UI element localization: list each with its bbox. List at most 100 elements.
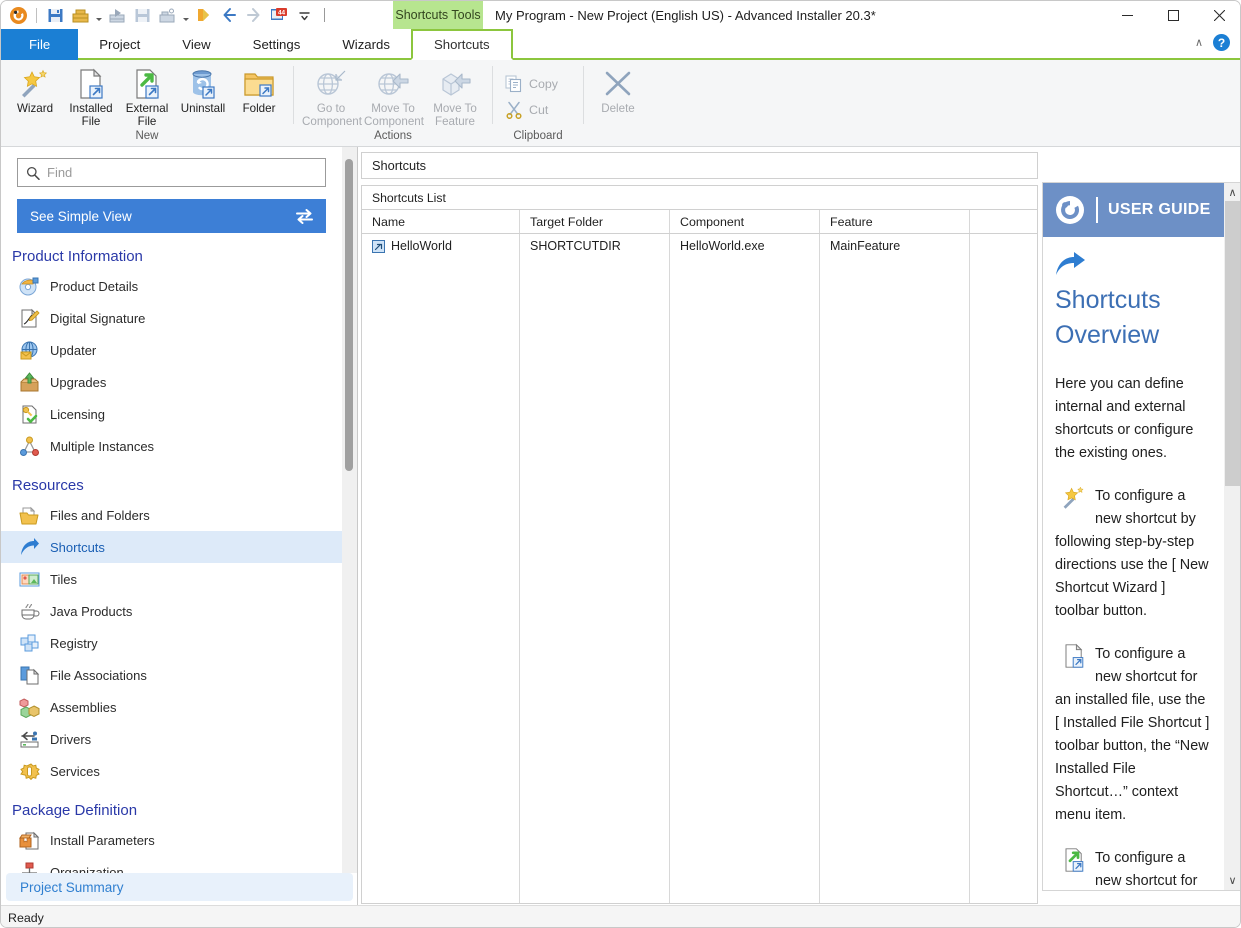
ribbon-group-new: Wizard Installed File External File Unin… xyxy=(1,60,293,147)
collapse-ribbon-button[interactable]: ∧ xyxy=(1195,36,1203,49)
tab-view[interactable]: View xyxy=(161,29,231,60)
sidebar-item-services[interactable]: Services xyxy=(1,755,342,787)
sidebar-item-tiles[interactable]: Tiles xyxy=(1,563,342,595)
scroll-down-button[interactable]: ∨ xyxy=(1224,871,1240,889)
project-summary-label: Project Summary xyxy=(20,879,124,895)
build-install-icon[interactable] xyxy=(156,4,178,26)
sidebar-item-java-products[interactable]: Java Products xyxy=(1,595,342,627)
new-external-file-shortcut-button[interactable]: External File xyxy=(119,63,175,128)
sidebar-item-install-parameters[interactable]: Install Parameters xyxy=(1,824,342,856)
sidebar-section-resources: Resources xyxy=(12,477,84,494)
save-as-icon[interactable] xyxy=(131,4,153,26)
scroll-up-button[interactable]: ∧ xyxy=(1224,183,1240,201)
project-summary-button[interactable]: Project Summary xyxy=(6,873,353,901)
build-icon[interactable] xyxy=(69,4,91,26)
build-run-icon[interactable] xyxy=(106,4,128,26)
contextual-tab-group-label: Shortcuts Tools xyxy=(393,1,483,29)
sidebar-item-registry[interactable]: Registry xyxy=(1,627,342,659)
sidebar-item-label: Java Products xyxy=(50,603,133,619)
digital-signature-icon xyxy=(18,307,40,329)
page-title: Shortcuts xyxy=(361,152,1038,179)
sidebar-item-label: Updater xyxy=(50,342,97,358)
sidebar-item-assemblies[interactable]: Assemblies xyxy=(1,691,342,723)
table-row[interactable]: HelloWorld SHORTCUTDIR HelloWorld.exe Ma… xyxy=(362,234,1037,258)
sidebar-item-label: Licensing xyxy=(50,406,105,422)
sidebar-item-upgrades[interactable]: Upgrades xyxy=(1,366,342,398)
maximize-button[interactable] xyxy=(1150,1,1196,29)
build-install-caret[interactable] xyxy=(181,4,190,26)
new-uninstall-shortcut-button[interactable]: Uninstall xyxy=(175,63,231,125)
sidebar-item-updater[interactable]: Updater xyxy=(1,334,342,366)
move-to-feature-button[interactable]: Move To Feature xyxy=(424,63,486,128)
minimize-button[interactable] xyxy=(1104,1,1150,29)
cut-icon xyxy=(505,101,523,119)
sidebar-scrollbar-thumb[interactable] xyxy=(345,159,353,471)
customize-caret[interactable] xyxy=(293,4,315,26)
new-installed-file-shortcut-button[interactable]: Installed File xyxy=(63,63,119,128)
shortcuts-grid[interactable]: Name Target Folder Component Feature Hel… xyxy=(361,210,1038,904)
delete-button[interactable]: Delete xyxy=(590,63,646,125)
new-shortcut-wizard-button[interactable]: Wizard xyxy=(7,63,63,125)
ribbon-group-clipboard: Copy Cut Clipboard xyxy=(493,60,583,147)
cut-button[interactable]: Cut xyxy=(499,97,577,123)
move-to-component-button[interactable]: Move To Component xyxy=(362,63,424,128)
app-logo-icon[interactable] xyxy=(7,4,29,26)
user-guide-scrollbar-thumb[interactable] xyxy=(1225,201,1240,486)
updates-icon[interactable]: 44 xyxy=(268,4,290,26)
forward-icon[interactable] xyxy=(243,4,265,26)
install-parameters-icon xyxy=(18,829,40,851)
installed-file-shortcut-icon xyxy=(76,67,106,101)
sidebar-item-product-details[interactable]: Product Details xyxy=(1,270,342,302)
ribbon-group-delete: Delete xyxy=(584,60,652,147)
column-header-name[interactable]: Name xyxy=(362,210,520,233)
sidebar-item-organization[interactable]: Organization xyxy=(1,856,342,873)
sidebar-item-label: Digital Signature xyxy=(50,310,146,326)
sidebar-item-label: Assemblies xyxy=(50,699,117,715)
sidebar-item-label: Upgrades xyxy=(50,374,107,390)
ribbon-button-label: Delete xyxy=(601,102,635,115)
tab-shortcuts[interactable]: Shortcuts xyxy=(410,29,513,60)
sidebar-item-drivers[interactable]: Drivers xyxy=(1,723,342,755)
sidebar-item-label: Multiple Instances xyxy=(50,438,155,454)
tab-project[interactable]: Project xyxy=(78,29,161,60)
shortcuts-arrow-icon xyxy=(1055,251,1212,277)
window-title: My Program - New Project (English US) - … xyxy=(495,7,876,23)
user-guide-header: USER GUIDE xyxy=(1043,183,1224,237)
close-button[interactable] xyxy=(1196,1,1240,29)
sidebar-item-digital-signature[interactable]: Digital Signature xyxy=(1,302,342,334)
new-folder-shortcut-button[interactable]: Folder xyxy=(231,63,287,125)
folder-shortcut-icon xyxy=(243,67,275,101)
sidebar-item-shortcuts[interactable]: Shortcuts xyxy=(1,531,342,563)
wand-star-icon xyxy=(1059,485,1089,511)
ribbon-button-label: Uninstall xyxy=(180,102,226,115)
sidebar-item-files-and-folders[interactable]: Files and Folders xyxy=(1,499,342,531)
grid-header-row: Name Target Folder Component Feature xyxy=(362,210,1037,234)
column-header-feature[interactable]: Feature xyxy=(820,210,970,233)
run-icon[interactable] xyxy=(193,4,215,26)
column-header-target-folder[interactable]: Target Folder xyxy=(520,210,670,233)
drivers-usb-icon xyxy=(18,728,40,750)
help-button[interactable]: ? xyxy=(1213,34,1230,51)
user-guide-bullet-text: To configure a new shortcut for an insta… xyxy=(1055,646,1210,823)
tab-settings[interactable]: Settings xyxy=(232,29,322,60)
sidebar-item-label: Files and Folders xyxy=(50,507,150,523)
files-and-folders-icon xyxy=(18,504,40,526)
copy-button[interactable]: Copy xyxy=(499,71,577,97)
tab-wizards[interactable]: Wizards xyxy=(321,29,411,60)
sidebar-item-licensing[interactable]: Licensing xyxy=(1,398,342,430)
window-controls xyxy=(1104,1,1240,29)
see-simple-view-button[interactable]: See Simple View xyxy=(17,199,326,233)
status-text: Ready xyxy=(8,910,44,925)
tab-file[interactable]: File xyxy=(1,29,79,60)
sidebar-item-multiple-instances[interactable]: Multiple Instances xyxy=(1,430,342,462)
qat-text-cursor xyxy=(324,8,325,22)
ribbon-button-label: Folder xyxy=(242,102,276,115)
find-input[interactable]: Find xyxy=(17,158,326,187)
build-dropdown-caret[interactable] xyxy=(94,4,103,26)
column-header-component[interactable]: Component xyxy=(670,210,820,233)
save-icon[interactable] xyxy=(44,4,66,26)
sidebar-item-file-associations[interactable]: File Associations xyxy=(1,659,342,691)
go-to-component-button[interactable]: Go to Component xyxy=(300,63,362,128)
back-icon[interactable] xyxy=(218,4,240,26)
sidebar-item-label: Product Details xyxy=(50,278,139,294)
